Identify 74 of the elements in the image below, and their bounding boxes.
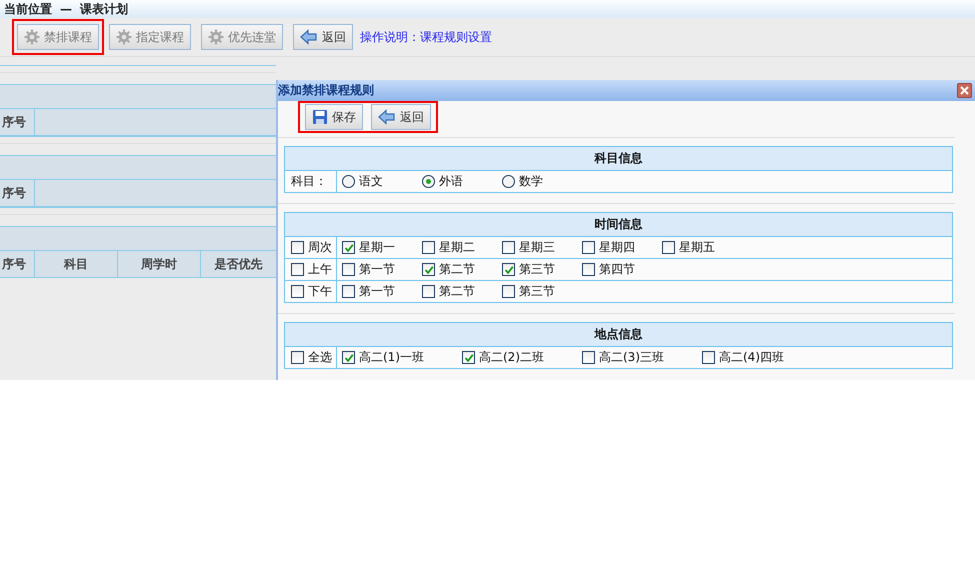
- help-link[interactable]: 操作说明：课程规则设置: [360, 28, 492, 46]
- option-label: 语文: [359, 173, 383, 190]
- radio-button[interactable]: [342, 175, 355, 188]
- checkbox[interactable]: [422, 285, 435, 298]
- option-label: 星期一: [359, 239, 395, 256]
- checkbox[interactable]: [502, 241, 515, 254]
- dialog-button[interactable]: 返回: [371, 104, 431, 130]
- dialog-button[interactable]: 保存: [305, 104, 363, 130]
- option-label: 上午: [308, 261, 332, 278]
- checkbox[interactable]: [291, 263, 304, 276]
- toolbar-button[interactable]: 优先连堂: [201, 24, 283, 50]
- option-label: 星期四: [599, 239, 635, 256]
- option-label: 周次: [308, 239, 332, 256]
- checkbox[interactable]: [582, 241, 595, 254]
- checkbox[interactable]: [291, 351, 304, 364]
- column-header: 科目: [35, 251, 118, 277]
- option-label: 星期二: [439, 239, 475, 256]
- dialog-title: 添加禁排课程规则: [278, 82, 374, 99]
- section-header: 时间信息: [285, 213, 952, 237]
- checkbox[interactable]: [502, 263, 515, 276]
- column-header: 序号: [0, 180, 35, 206]
- breadcrumb-separator: —: [60, 2, 72, 16]
- option-label: 第四节: [599, 261, 635, 278]
- column-header: 序号: [0, 251, 35, 277]
- option-label: 数学: [519, 173, 543, 190]
- option-label: 外语: [439, 173, 463, 190]
- option-label: 星期三: [519, 239, 555, 256]
- checkbox[interactable]: [342, 351, 355, 364]
- checkbox[interactable]: [582, 263, 595, 276]
- checkbox[interactable]: [422, 241, 435, 254]
- gear-icon: [208, 29, 224, 45]
- checkbox[interactable]: [342, 263, 355, 276]
- column-header: 是否优先: [214, 256, 264, 272]
- option-label: 高二(4)四班: [719, 349, 784, 366]
- checkbox[interactable]: [662, 241, 675, 254]
- field-label: 科目：: [291, 173, 327, 190]
- gear-icon: [24, 29, 40, 45]
- option-label: 高二(2)二班: [479, 349, 544, 366]
- checkbox[interactable]: [702, 351, 715, 364]
- breadcrumb-current: 课表计划: [80, 0, 128, 18]
- radio-button[interactable]: [502, 175, 515, 188]
- back-arrow-icon: [300, 29, 318, 45]
- save-icon: [312, 109, 328, 125]
- checkbox[interactable]: [502, 285, 515, 298]
- option-label: 第三节: [519, 283, 555, 300]
- checkbox[interactable]: [582, 351, 595, 364]
- option-label: 第一节: [359, 261, 395, 278]
- checkbox[interactable]: [462, 351, 475, 364]
- radio-button[interactable]: [422, 175, 435, 188]
- column-header: 序号: [0, 109, 35, 135]
- option-label: 第一节: [359, 283, 395, 300]
- option-label: 高二(3)三班: [599, 349, 664, 366]
- section-header: 科目信息: [285, 147, 952, 171]
- checkbox[interactable]: [342, 285, 355, 298]
- toolbar-button[interactable]: 指定课程: [109, 24, 191, 50]
- gear-icon: [116, 29, 132, 45]
- toolbar-button[interactable]: 禁排课程: [17, 24, 99, 50]
- option-label: 第二节: [439, 283, 475, 300]
- checkbox[interactable]: [291, 241, 304, 254]
- toolbar-button[interactable]: 返回: [293, 24, 353, 50]
- close-icon[interactable]: [957, 83, 972, 98]
- column-header: 周学时: [118, 251, 201, 277]
- breadcrumb-label: 当前位置: [4, 0, 52, 18]
- option-label: 下午: [308, 283, 332, 300]
- option-label: 全选: [308, 349, 332, 366]
- checkbox[interactable]: [291, 285, 304, 298]
- option-label: 第二节: [439, 261, 475, 278]
- option-label: 第三节: [519, 261, 555, 278]
- option-label: 星期五: [679, 239, 715, 256]
- checkbox[interactable]: [422, 263, 435, 276]
- option-label: 高二(1)一班: [359, 349, 424, 366]
- section-header: 地点信息: [285, 323, 952, 347]
- back-arrow-icon: [378, 109, 396, 125]
- checkbox[interactable]: [342, 241, 355, 254]
